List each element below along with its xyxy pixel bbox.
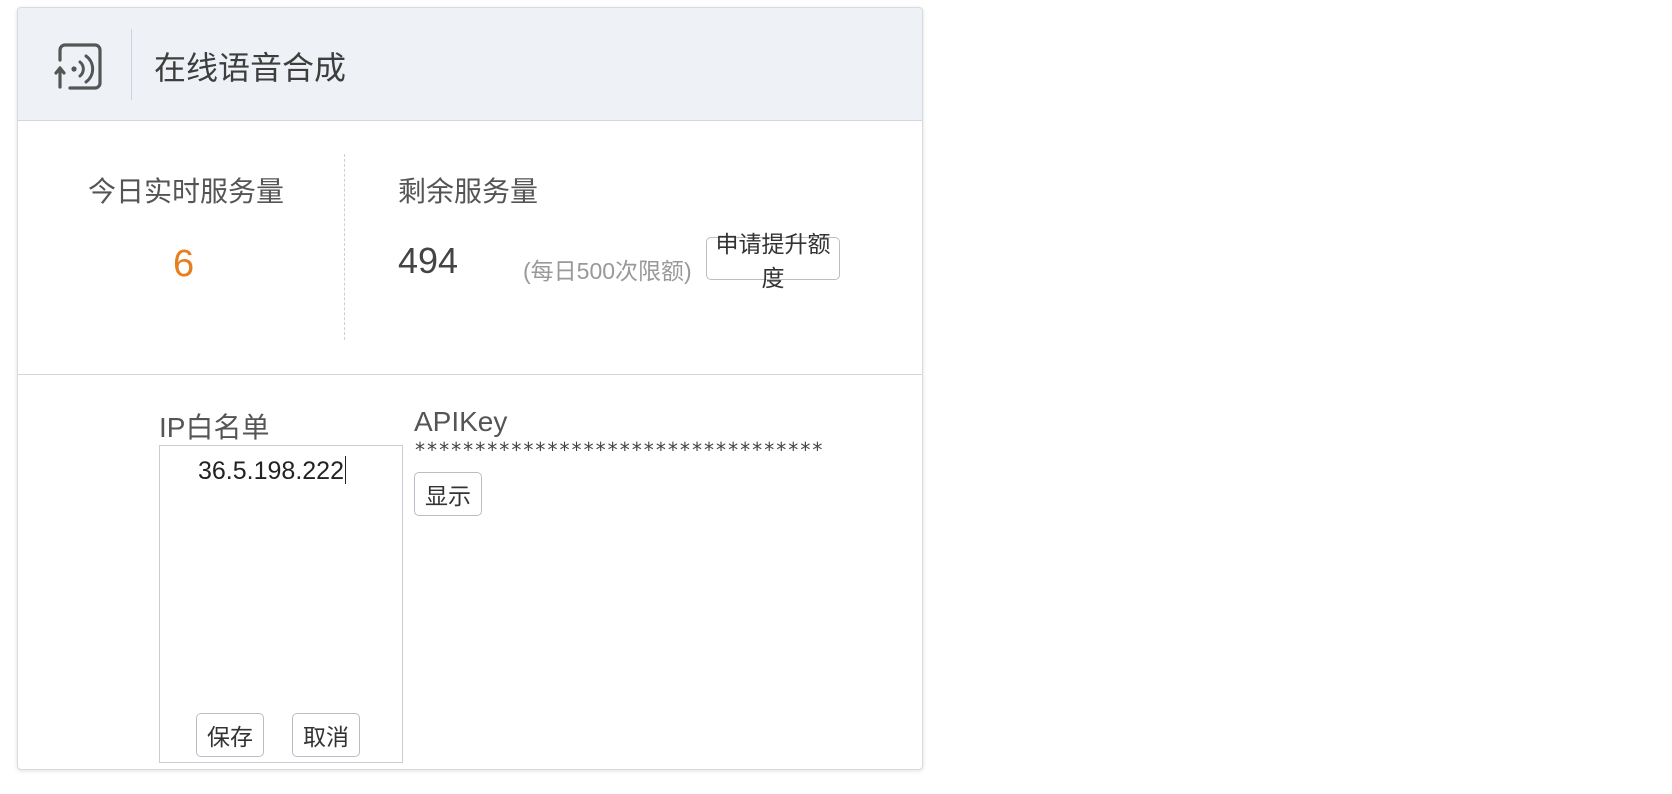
ip-whitelist-label: IP白名单: [159, 412, 270, 443]
header-divider: [131, 29, 132, 100]
today-service-value: 6: [173, 243, 195, 285]
speaker-waves-icon: [50, 38, 106, 94]
show-apikey-button[interactable]: 显示: [414, 472, 482, 516]
card-header: 在线语音合成: [18, 8, 922, 121]
remaining-service-value: 494: [398, 240, 459, 281]
request-increase-button[interactable]: 申请提升额度: [706, 231, 840, 291]
tts-service-card: 在线语音合成 今日实时服务量 6 剩余服务量 494 (每日500次限额) 申请…: [17, 7, 923, 770]
daily-limit-note: (每日500次限额): [523, 258, 692, 284]
text-caret: [344, 456, 347, 484]
page-title: 在线语音合成: [154, 50, 347, 86]
remaining-service-label: 剩余服务量: [398, 176, 539, 207]
stats-divider: [344, 154, 345, 340]
cancel-button[interactable]: 取消: [292, 713, 360, 757]
apikey-masked-value: **********************************: [414, 438, 824, 462]
ip-whitelist-text: 36.5.198.222: [198, 457, 344, 485]
ip-whitelist-textarea[interactable]: 36.5.198.222 保存 取消: [159, 445, 403, 763]
save-button[interactable]: 保存: [196, 713, 264, 757]
apikey-label: APIKey: [414, 406, 508, 437]
today-service-label: 今日实时服务量: [88, 176, 285, 207]
ip-whitelist-value[interactable]: 36.5.198.222: [198, 456, 347, 486]
stats-section: 今日实时服务量 6 剩余服务量 494 (每日500次限额) 申请提升额度: [18, 121, 922, 375]
